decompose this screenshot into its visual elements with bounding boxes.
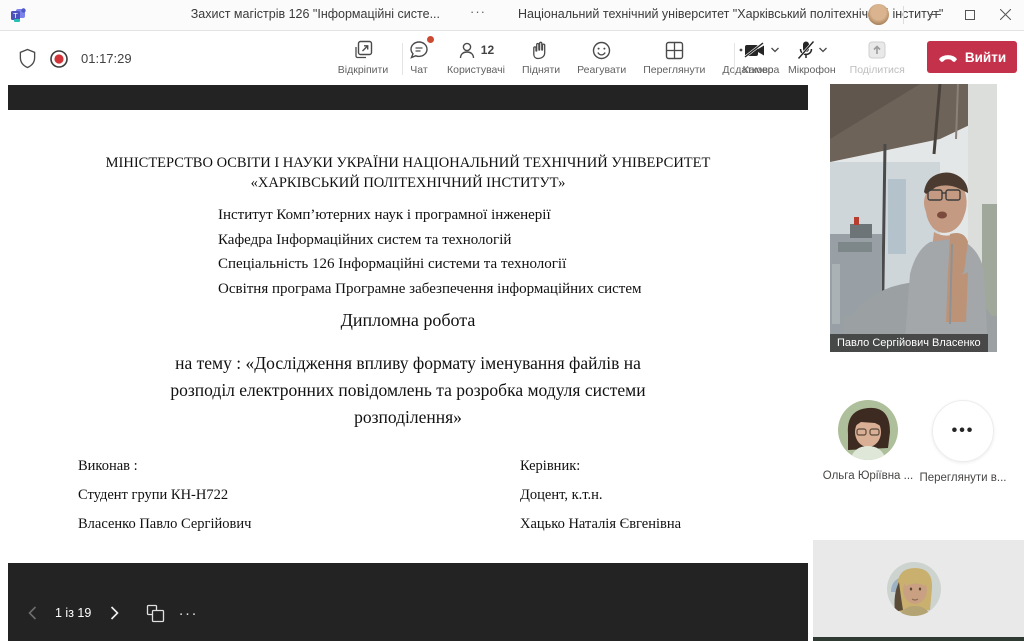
account-avatar[interactable] [868, 4, 889, 25]
react-smiley-icon [591, 40, 612, 61]
slide-topic: на тему : «Дослідження впливу формату ім… [8, 350, 808, 431]
slide-navigation: 1 із 19 ··· [22, 603, 198, 623]
slide-doc-type: Дипломна робота [8, 310, 808, 331]
toolbar-divider [402, 43, 403, 75]
participants-count: 12 [481, 43, 494, 57]
presenter-name-tag: Павло Сергійович Власенко [830, 334, 988, 352]
chevron-right-icon [110, 606, 119, 620]
camera-label: Камера [743, 64, 780, 76]
unpin-label: Відкріпити [338, 64, 388, 76]
recording-indicator-icon [49, 49, 69, 69]
participant-video-tile-bottom[interactable] [813, 540, 1024, 637]
view-more-label: Переглянути в... [919, 472, 1006, 484]
unpin-icon [352, 39, 374, 61]
slide-supervisor-block: Керівник: Доцент, к.т.н. Хацько Наталія … [520, 452, 681, 539]
presentation-slide: МІНІСТЕРСТВО ОСВІТИ І НАУКИ УКРАЇНИ НАЦІ… [8, 110, 808, 563]
slide-thumbnails-button[interactable] [145, 603, 165, 623]
meeting-toolbar: 01:17:29 Відкріпити Чат [0, 31, 1024, 85]
participant-avatar-bottom [887, 562, 941, 616]
share-button: Поділитися [850, 39, 905, 76]
chat-label: Чат [410, 64, 427, 76]
maximize-button[interactable] [955, 0, 985, 29]
window-titlebar: T Захист магістрів 126 "Інформаційні сис… [0, 0, 1024, 31]
view-grid-icon [664, 40, 685, 61]
participants-icon [458, 39, 478, 61]
chat-button[interactable]: Чат [408, 39, 430, 76]
prev-slide-button[interactable] [22, 603, 42, 623]
shield-icon [18, 48, 37, 69]
hangup-icon [938, 53, 958, 62]
share-icon [866, 39, 888, 61]
slide-ministry-heading: МІНІСТЕРСТВО ОСВІТИ І НАУКИ УКРАЇНИ НАЦІ… [8, 153, 808, 193]
participant-name: Ольга Юріївна ... [823, 470, 913, 482]
raise-hand-icon [531, 39, 551, 61]
raise-hand-label: Підняти [522, 64, 560, 76]
view-more-participants-tile[interactable]: ••• Переглянути в... [908, 400, 1018, 484]
slide-thumbnails-icon [146, 604, 165, 623]
page-indicator: 1 із 19 [55, 606, 91, 620]
chat-icon [408, 39, 430, 61]
bottom-tile-edge [813, 637, 1024, 641]
camera-chevron-down-icon[interactable] [770, 46, 780, 54]
chevron-left-icon [28, 606, 37, 620]
shared-content-stage: МІНІСТЕРСТВО ОСВІТИ І НАУКИ УКРАЇНИ НАЦІ… [8, 85, 808, 641]
participant-avatar [838, 400, 898, 460]
close-icon [1000, 9, 1011, 20]
leave-label: Вийти [965, 50, 1006, 65]
camera-off-icon [742, 39, 768, 61]
presenter-video-tile[interactable]: Павло Сергійович Власенко [830, 84, 997, 352]
slide-department-block: Інститут Комп’ютерних наук і програмної … [218, 203, 642, 301]
share-label: Поділитися [850, 64, 905, 76]
maximize-icon [965, 10, 975, 20]
titlebar-divider [903, 6, 904, 24]
unpin-button[interactable]: Відкріпити [332, 39, 394, 76]
slide-executor-block: Виконав : Студент групи КН-Н722 Власенко… [78, 452, 251, 539]
next-slide-button[interactable] [104, 603, 124, 623]
react-button[interactable]: Реагувати [577, 39, 626, 76]
close-button[interactable] [990, 0, 1020, 29]
leave-button[interactable]: Вийти [927, 41, 1017, 73]
slide-more-button[interactable]: ··· [178, 603, 198, 623]
react-label: Реагувати [577, 64, 626, 76]
tab-more-menu[interactable]: ··· [470, 4, 486, 19]
presenter-video-frame [830, 84, 997, 352]
view-button[interactable]: Переглянути [643, 39, 705, 76]
mic-label: Мікрофон [788, 64, 836, 76]
view-label: Переглянути [643, 64, 705, 76]
mic-button[interactable]: Мікрофон [788, 39, 836, 76]
mic-off-icon [796, 39, 816, 61]
minimize-icon [930, 9, 941, 20]
chat-notification-badge [427, 36, 434, 43]
minimize-button[interactable] [920, 0, 950, 29]
more-participants-icon[interactable]: ••• [932, 400, 994, 462]
teams-icon: T [10, 7, 27, 24]
camera-button[interactable]: Камера [742, 39, 780, 76]
raise-hand-button[interactable]: Підняти [522, 39, 560, 76]
meeting-timer: 01:17:29 [81, 51, 132, 66]
participant-tile-olga[interactable]: Ольга Юріївна ... [813, 400, 923, 482]
svg-text:T: T [13, 11, 18, 20]
participants-label: Користувачі [447, 64, 505, 76]
tab-title[interactable]: Захист магістрів 126 "Інформаційні систе… [170, 7, 440, 21]
toolbar-divider-2 [734, 43, 735, 75]
participants-button[interactable]: 12 Користувачі [447, 39, 505, 76]
mic-chevron-down-icon[interactable] [818, 46, 828, 54]
